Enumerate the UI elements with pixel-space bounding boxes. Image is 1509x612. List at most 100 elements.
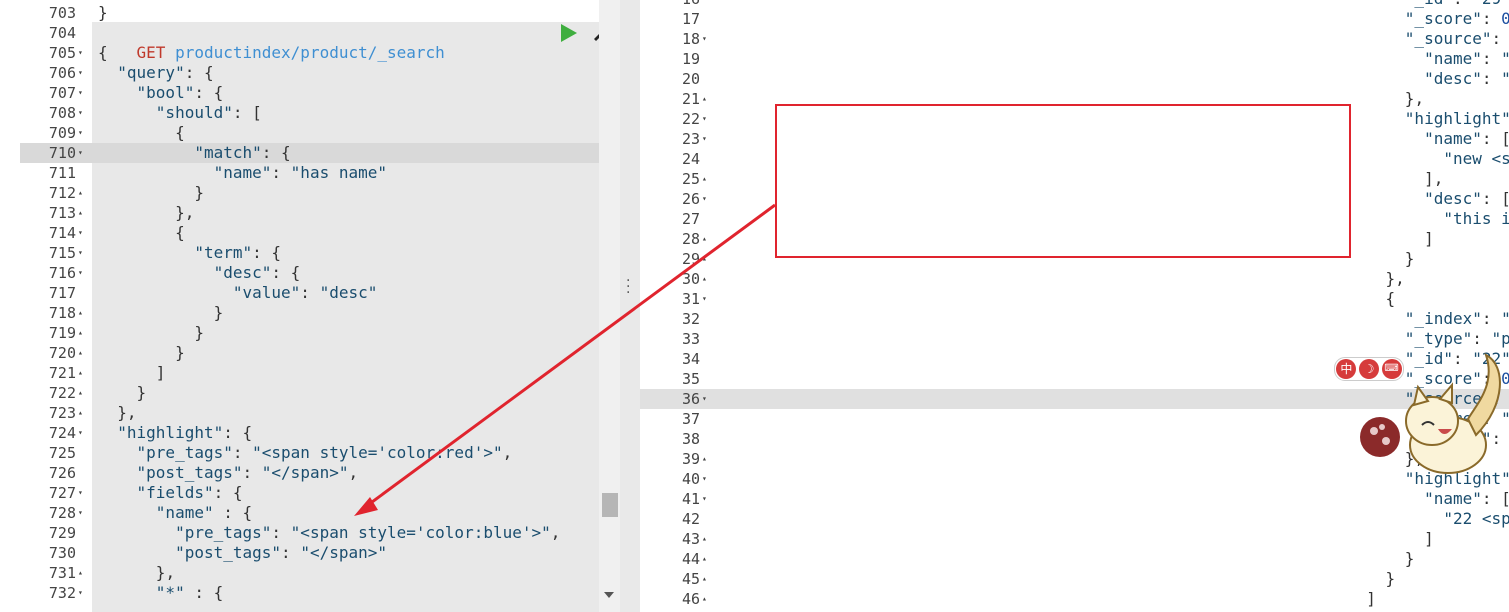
line-number: 43 <box>681 530 700 548</box>
code-line: } <box>213 303 224 322</box>
fold-toggle-down-icon[interactable]: ▾ <box>702 489 707 509</box>
fold-toggle-down-icon[interactable]: ▾ <box>78 103 83 123</box>
line-number: 727 <box>48 484 76 502</box>
fold-toggle-up-icon[interactable]: ▴ <box>702 269 707 289</box>
http-method: GET <box>136 43 166 62</box>
pane-resize-divider[interactable] <box>620 0 640 612</box>
line-number: 706 <box>48 64 76 82</box>
line-number: 39 <box>681 450 700 468</box>
fold-toggle-down-icon[interactable]: ▾ <box>78 63 83 83</box>
line-number: 38 <box>681 430 700 448</box>
line-number: 28 <box>681 230 700 248</box>
line-number: 714 <box>48 224 76 242</box>
line-number: 711 <box>48 164 76 182</box>
fold-toggle-up-icon[interactable]: ▴ <box>78 383 83 403</box>
code-line: } <box>194 183 204 202</box>
line-number: 44 <box>681 550 700 568</box>
line-number: 22 <box>681 110 700 128</box>
line-number: 719 <box>48 324 76 342</box>
line-number: 704 <box>48 24 76 42</box>
line-number: 35 <box>681 370 700 388</box>
line-number: 36 <box>681 390 700 408</box>
request-scrollbar[interactable] <box>599 0 620 612</box>
code-line: "should": [ <box>155 103 262 122</box>
fold-toggle-up-icon[interactable]: ▴ <box>702 529 707 549</box>
fold-toggle-down-icon[interactable]: ▾ <box>78 423 83 443</box>
code-line: { <box>175 123 185 142</box>
fold-toggle-up-icon[interactable]: ▴ <box>702 569 707 589</box>
fold-toggle-up-icon[interactable]: ▴ <box>702 89 707 109</box>
fold-toggle-down-icon[interactable]: ▾ <box>702 129 707 149</box>
line-number: 45 <box>681 570 700 588</box>
fold-toggle-down-icon[interactable]: ▾ <box>702 389 707 409</box>
fold-toggle-up-icon[interactable]: ▴ <box>78 323 83 343</box>
code-line: }, <box>117 403 137 422</box>
request-url: productindex/product/_search <box>175 43 445 62</box>
fold-toggle-up-icon[interactable]: ▴ <box>78 343 83 363</box>
vertical-dots-icon[interactable]: · · · <box>626 274 630 300</box>
code-line: }, <box>155 563 176 582</box>
line-number: 726 <box>48 464 76 482</box>
code-line: ], <box>1424 169 1444 188</box>
fold-toggle-down-icon[interactable]: ▾ <box>78 123 83 143</box>
fold-toggle-down-icon[interactable]: ▾ <box>78 583 83 603</box>
fold-toggle-up-icon[interactable]: ▴ <box>702 589 707 609</box>
fold-toggle-down-icon[interactable]: ▾ <box>78 263 83 283</box>
line-number: 731 <box>48 564 76 582</box>
fold-toggle-down-icon[interactable]: ▾ <box>702 29 707 49</box>
fold-toggle-up-icon[interactable]: ▴ <box>702 229 707 249</box>
fold-toggle-up-icon[interactable]: ▴ <box>78 303 83 323</box>
line-number: 722 <box>48 384 76 402</box>
ime-chinese-icon[interactable]: 中 <box>1336 359 1357 379</box>
play-icon[interactable] <box>561 24 577 42</box>
line-number: 717 <box>48 284 76 302</box>
code-line: "post_tags": "</span>" <box>175 543 388 562</box>
code-line: } <box>175 343 185 362</box>
code-line: { <box>175 223 185 242</box>
fold-toggle-down-icon[interactable]: ▾ <box>78 43 83 63</box>
code-line: ] <box>1424 229 1434 248</box>
code-line: } <box>1385 569 1396 588</box>
line-number: 732 <box>48 584 76 602</box>
request-editor-pane[interactable]: 703} 704 705 ▾{706 ▾ "query": {707 ▾ "bool": … <box>0 0 620 612</box>
code-line: ] <box>155 363 166 382</box>
fold-toggle-down-icon[interactable]: ▾ <box>702 289 707 309</box>
line-number: 715 <box>48 244 76 262</box>
fold-toggle-up-icon[interactable]: ▴ <box>702 549 707 569</box>
code-line: "name" : { <box>155 503 253 522</box>
fold-toggle-up-icon[interactable]: ▴ <box>702 249 707 269</box>
code-line: "highlight": { <box>1404 109 1509 128</box>
code-line: "value": "desc" <box>232 283 378 302</box>
line-number: 20 <box>681 70 700 88</box>
line-number: 17 <box>681 10 700 28</box>
fold-toggle-up-icon[interactable]: ▴ <box>78 563 83 583</box>
request-scrollbar-thumb[interactable] <box>602 493 618 517</box>
line-number: 707 <box>48 84 76 102</box>
line-number: 21 <box>681 90 700 108</box>
request-line[interactable]: GET productindex/product/_search <box>98 23 445 62</box>
fold-toggle-up-icon[interactable]: ▴ <box>702 449 707 469</box>
response-viewer-pane[interactable]: 16 "_id": "29", 17 "_score": 0.9647656, 18… <box>640 0 1509 612</box>
line-number: 29 <box>681 250 700 268</box>
fold-toggle-down-icon[interactable]: ▾ <box>78 83 83 103</box>
fold-toggle-down-icon[interactable]: ▾ <box>78 483 83 503</box>
fold-toggle-down-icon[interactable]: ▾ <box>702 109 707 129</box>
line-number: 27 <box>681 210 700 228</box>
code-line: { <box>1385 289 1396 308</box>
line-number: 716 <box>48 264 76 282</box>
fold-toggle-up-icon[interactable]: ▴ <box>78 183 83 203</box>
fold-toggle-down-icon[interactable]: ▾ <box>78 143 83 163</box>
fold-toggle-up-icon[interactable]: ▴ <box>78 403 83 423</box>
fold-toggle-down-icon[interactable]: ▾ <box>702 189 707 209</box>
fold-toggle-down-icon[interactable]: ▾ <box>702 469 707 489</box>
fold-toggle-up-icon[interactable]: ▴ <box>78 363 83 383</box>
mascot-cat-icon <box>1360 353 1501 474</box>
scroll-down-arrow-icon[interactable] <box>604 592 614 598</box>
fold-toggle-down-icon[interactable]: ▾ <box>78 243 83 263</box>
fold-toggle-up-icon[interactable]: ▴ <box>78 203 83 223</box>
fold-toggle-down-icon[interactable]: ▾ <box>78 503 83 523</box>
code-line: "fields": { <box>136 483 243 502</box>
fold-toggle-up-icon[interactable]: ▴ <box>702 169 707 189</box>
fold-toggle-down-icon[interactable]: ▾ <box>78 223 83 243</box>
line-number: 713 <box>48 204 76 222</box>
